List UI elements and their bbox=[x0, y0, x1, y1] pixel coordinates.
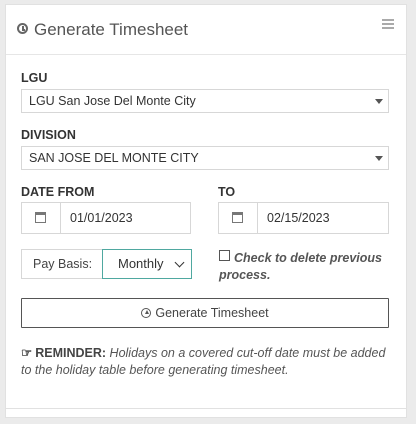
generate-timesheet-panel: Generate Timesheet LGU LGU San Jose Del … bbox=[5, 4, 407, 409]
list-icon[interactable] bbox=[382, 19, 394, 29]
chevron-down-icon bbox=[173, 257, 187, 271]
pay-basis-value: Monthly bbox=[118, 256, 164, 271]
calendar-icon bbox=[232, 212, 243, 223]
calendar-addon[interactable] bbox=[219, 203, 258, 233]
calendar-icon bbox=[35, 212, 46, 223]
date-to-input[interactable]: 02/15/2023 bbox=[218, 202, 389, 234]
lgu-label: LGU bbox=[21, 71, 48, 85]
clock-icon bbox=[17, 23, 28, 34]
delete-previous-checkbox[interactable] bbox=[219, 250, 230, 261]
pay-basis-select[interactable]: Monthly bbox=[102, 249, 192, 279]
arrow-circle-up-icon bbox=[141, 308, 152, 318]
lgu-selected-value: LGU San Jose Del Monte City bbox=[29, 94, 196, 108]
generate-button-label: Generate Timesheet bbox=[155, 306, 269, 320]
date-from-value: 01/01/2023 bbox=[70, 211, 133, 225]
division-selected-value: SAN JOSE DEL MONTE CITY bbox=[29, 151, 199, 165]
reminder-prefix: REMINDER: bbox=[35, 346, 107, 360]
division-label: DIVISION bbox=[21, 128, 76, 142]
calendar-addon[interactable] bbox=[22, 203, 61, 233]
pay-basis-label: Pay Basis: bbox=[21, 249, 103, 279]
date-to-label: TO bbox=[218, 185, 236, 199]
lgu-select[interactable]: LGU San Jose Del Monte City bbox=[21, 89, 389, 113]
panel-header: Generate Timesheet bbox=[6, 5, 406, 55]
hand-pointer-icon: ☞ bbox=[21, 346, 33, 360]
caret-down-icon bbox=[375, 156, 383, 161]
date-from-label: DATE FROM bbox=[21, 185, 95, 199]
division-select[interactable]: SAN JOSE DEL MONTE CITY bbox=[21, 146, 389, 170]
panel-footer bbox=[5, 409, 407, 418]
caret-down-icon bbox=[375, 99, 383, 104]
delete-previous-label: Check to delete previous process. bbox=[219, 251, 382, 282]
reminder-note: ☞ REMINDER: Holidays on a covered cut-off… bbox=[21, 345, 391, 379]
date-from-input[interactable]: 01/01/2023 bbox=[21, 202, 191, 234]
generate-timesheet-button[interactable]: Generate Timesheet bbox=[21, 298, 389, 328]
date-to-value: 02/15/2023 bbox=[267, 211, 330, 225]
panel-title: Generate Timesheet bbox=[34, 20, 189, 39]
